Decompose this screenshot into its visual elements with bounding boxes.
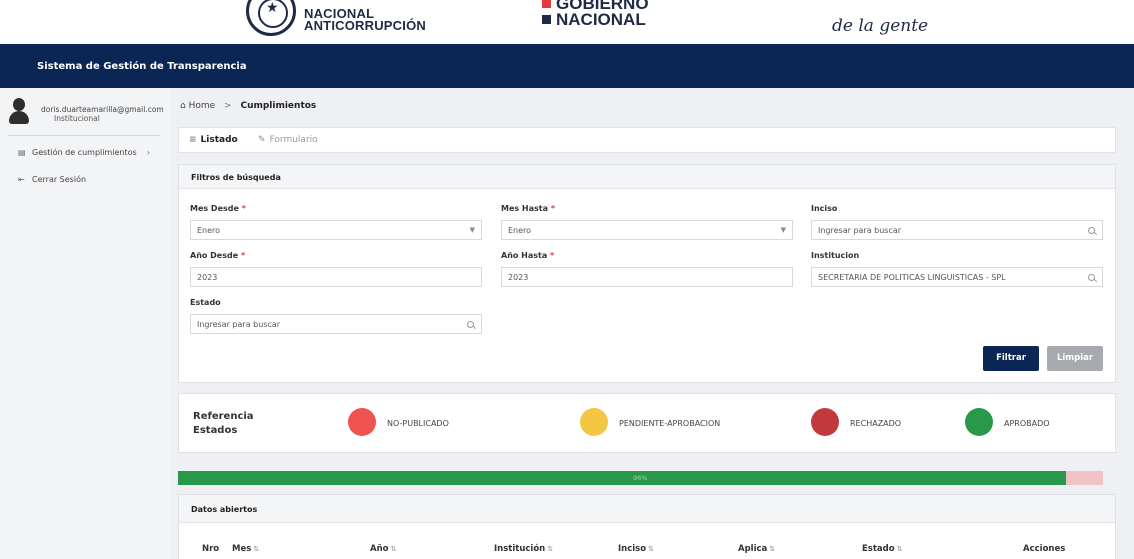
edit-icon: ✎ (258, 135, 266, 145)
app-header: Sistema de Gestión de Transparencia (0, 44, 1134, 88)
sidebar-divider (8, 135, 160, 136)
mes-hasta-value: Enero (508, 226, 532, 235)
sidebar-item-label: Gestión de cumplimientos (32, 148, 137, 157)
tab-label: Listado (200, 135, 238, 145)
list-icon: ▤ (18, 148, 26, 157)
status-dot-no-publicado (348, 408, 376, 436)
anio-desde-label: Año Desde * (190, 251, 246, 260)
open-data-header: Datos abiertos (179, 495, 1115, 523)
sort-icon: ⇅ (769, 545, 776, 553)
app-title: Sistema de Gestión de Transparencia (37, 61, 247, 72)
user-email: doris.duarteamarilla@gmail.com (41, 105, 164, 114)
compliance-progress-bar: 96% (178, 471, 1103, 485)
breadcrumb-current: Cumplimientos (240, 101, 317, 111)
inciso-label: Inciso (811, 204, 838, 213)
mes-desde-value: Enero (197, 226, 221, 235)
navy-square-icon (542, 15, 551, 24)
breadcrumb-separator: > (224, 101, 232, 111)
list-icon: ≡ (189, 135, 197, 145)
status-dot-rechazado (811, 408, 839, 436)
status-dot-pendiente-aprobacion (580, 408, 608, 436)
anio-desde-input[interactable]: 2023 (190, 267, 482, 287)
sidebar-item-cerrar-sesion[interactable]: ⇤ Cerrar Sesión (18, 175, 86, 184)
red-square-icon (542, 0, 551, 8)
anio-hasta-value: 2023 (508, 273, 529, 282)
status-label-pendiente-aprobacion: PENDIENTE-APROBACION (619, 419, 721, 428)
institucion-search-input[interactable]: SECRETARIA DE POLITICAS LINGUISTICAS - S… (811, 267, 1103, 287)
column-header-nro: Nro (202, 544, 220, 554)
column-header-mes[interactable]: Mes ⇅ (232, 544, 259, 554)
inciso-search-input[interactable]: Ingresar para buscar (811, 220, 1103, 240)
mes-desde-select[interactable]: Enero ▼ (190, 220, 482, 240)
anticorruption-logo-line2: ANTICORRUPCIÓN (304, 18, 426, 33)
sort-icon: ⇅ (547, 545, 554, 553)
caret-down-icon: ▼ (780, 226, 786, 234)
de-la-gente-logo: de la gente (832, 16, 929, 36)
mes-desde-label: Mes Desde * (190, 204, 246, 213)
sort-icon: ⇅ (896, 545, 903, 553)
sidebar: doris.duarteamarilla@gmail.com Instituci… (0, 88, 170, 559)
progress-label: 96% (633, 474, 648, 482)
open-data-title: Datos abiertos (191, 505, 258, 514)
anticorruption-logo: NACIONAL ANTICORRUPCIÓN (304, 7, 426, 33)
clear-button[interactable]: Limpiar (1047, 346, 1103, 371)
sort-icon: ⇅ (390, 545, 397, 553)
status-label-rechazado: RECHAZADO (850, 419, 902, 428)
anio-desde-value: 2023 (197, 273, 218, 282)
inciso-placeholder: Ingresar para buscar (818, 226, 902, 235)
institucion-value: SECRETARIA DE POLITICAS LINGUISTICAS - S… (818, 273, 1006, 282)
progress-fill (178, 471, 1066, 485)
status-label-aprobado: APROBADO (1004, 419, 1050, 428)
anio-hasta-input[interactable]: 2023 (501, 267, 793, 287)
estado-search-input[interactable]: Ingresar para buscar (190, 314, 482, 334)
gobierno-logo-line1: GOBIERNO (556, 0, 649, 13)
mes-hasta-select[interactable]: Enero ▼ (501, 220, 793, 240)
user-role: Institucional (54, 114, 100, 123)
column-header-aplica[interactable]: Aplica ⇅ (738, 544, 775, 554)
tab-label: Formulario (269, 135, 318, 145)
tab-listado[interactable]: ≡ Listado (189, 135, 238, 145)
filter-button[interactable]: Filtrar (983, 346, 1039, 371)
caret-down-icon: ▼ (469, 226, 475, 234)
column-header-institucion[interactable]: Institución ⇅ (494, 544, 553, 554)
search-icon[interactable] (1088, 227, 1095, 234)
user-avatar-icon (8, 98, 30, 124)
search-icon[interactable] (1088, 274, 1095, 281)
sort-icon: ⇅ (648, 545, 654, 553)
breadcrumb-home[interactable]: Home (189, 101, 216, 111)
sidebar-item-label: Cerrar Sesión (32, 175, 87, 184)
column-header-acciones: Acciones (1023, 544, 1066, 554)
status-dot-aprobado (965, 408, 993, 436)
gobierno-nacional-logo: GOBIERNO NACIONAL (542, 0, 649, 28)
home-icon[interactable]: ⌂ (180, 101, 186, 111)
chevron-right-icon: › (146, 148, 150, 157)
national-seal-icon: ★ (246, 0, 296, 36)
sort-icon: ⇅ (253, 545, 260, 553)
institucion-label: Institucion (811, 251, 860, 260)
legend-title: Referencia Estados (193, 411, 254, 436)
sidebar-item-gestion-cumplimientos[interactable]: ▤ Gestión de cumplimientos › (18, 148, 150, 157)
mes-hasta-label: Mes Hasta * (501, 204, 555, 213)
column-header-inciso[interactable]: Inciso ⇅ (618, 544, 654, 554)
logout-icon: ⇤ (18, 175, 25, 184)
anio-hasta-label: Año Hasta * (501, 251, 555, 260)
search-icon[interactable] (467, 321, 474, 328)
tab-bar: ≡ Listado ✎ Formulario (178, 127, 1116, 153)
status-label-no-publicado: NO-PUBLICADO (387, 419, 449, 428)
tab-formulario[interactable]: ✎ Formulario (258, 135, 318, 145)
filters-title: Filtros de búsqueda (191, 173, 281, 182)
estado-placeholder: Ingresar para buscar (197, 320, 281, 329)
column-header-anio[interactable]: Año ⇅ (370, 544, 396, 554)
filters-card-header: Filtros de búsqueda (179, 165, 1115, 189)
breadcrumb: ⌂ Home > Cumplimientos (180, 101, 316, 111)
estado-label: Estado (190, 298, 221, 307)
column-header-estado[interactable]: Estado ⇅ (862, 544, 902, 554)
logo-banner: ★ NACIONAL ANTICORRUPCIÓN GOBIERNO NACIO… (0, 0, 1134, 44)
